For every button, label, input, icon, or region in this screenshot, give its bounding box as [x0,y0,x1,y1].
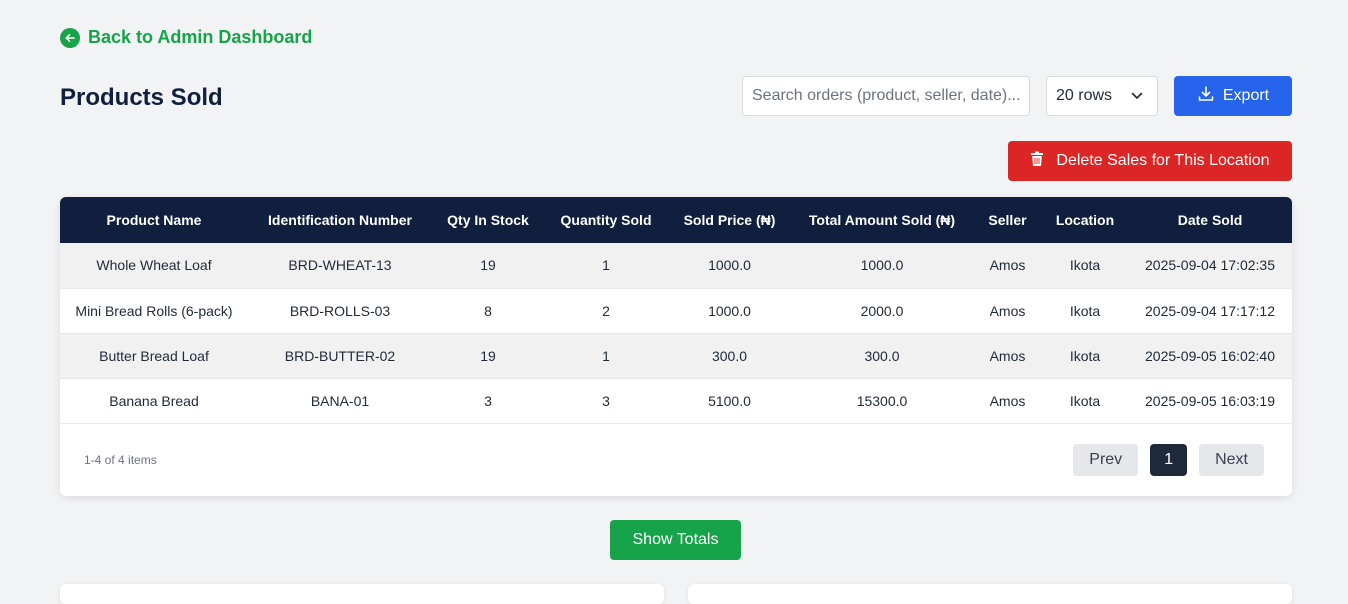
table-cell: Amos [989,347,1026,364]
table-cell: 19 [480,347,496,364]
next-page-button[interactable]: Next [1199,443,1264,476]
items-count-info: 1-4 of 4 items [84,452,157,467]
delete-sales-label: Delete Sales for This Location [1056,152,1270,169]
summary-card-left [60,584,664,604]
export-button[interactable]: Export [1174,76,1292,116]
column-header: Sold Price (₦) [683,212,776,228]
rows-per-page-select[interactable]: 20 rows [1046,76,1158,116]
column-header: Quantity Sold [560,212,652,228]
table-cell: Banana Bread [109,392,199,409]
table-cell: Amos [989,302,1026,319]
back-link-label: Back to Admin Dashboard [88,27,313,47]
delete-sales-button[interactable]: Delete Sales for This Location [1008,141,1292,181]
search-input[interactable] [742,76,1030,116]
table-row: Butter Bread Loaf BRD-BUTTER-02 19 1 300… [60,333,1292,378]
table-cell: 2025-09-05 16:02:40 [1145,347,1275,364]
table-row: Banana Bread BANA-01 3 3 5100.0 15300.0 … [60,378,1292,423]
column-header: Seller [988,212,1027,228]
table-cell: Ikota [1069,347,1101,364]
table-cell: 3 [484,392,492,409]
column-header: Date Sold [1177,212,1243,228]
table-cell: 15300.0 [856,392,908,409]
page-title: Products Sold [60,84,223,111]
table-cell: 2025-09-05 16:03:19 [1145,392,1275,409]
chevron-down-icon [1131,87,1143,105]
summary-card-right [688,584,1292,604]
table-cell: 1000.0 [708,302,751,319]
table-cell: Amos [989,392,1026,409]
column-header: Location [1055,212,1115,228]
table-cell: 19 [480,257,496,274]
table-row: Mini Bread Rolls (6-pack) BRD-ROLLS-03 8… [60,288,1292,333]
table-cell: Ikota [1069,257,1101,274]
table-cell: 5100.0 [708,392,751,409]
arrow-left-circle-icon [60,27,80,48]
products-sold-table: Product Name Identification Number Qty I… [60,197,1292,424]
table-cell: BANA-01 [310,392,370,409]
show-totals-button[interactable]: Show Totals [610,520,741,560]
column-header: Qty In Stock [447,212,529,228]
table-row: Whole Wheat Loaf BRD-WHEAT-13 19 1 1000.… [60,243,1292,288]
back-to-dashboard-link[interactable]: Back to Admin Dashboard [60,27,312,48]
table-cell: 3 [602,392,610,409]
download-icon [1197,85,1215,108]
pagination: Prev 1 Next [1073,443,1264,476]
table-cell: 1000.0 [860,257,904,274]
table-cell: Butter Bread Loaf [99,347,209,364]
table-cell: 2000.0 [860,302,904,319]
table-cell: 8 [484,302,492,319]
table-cell: Whole Wheat Loaf [96,257,212,274]
prev-page-button[interactable]: Prev [1073,443,1139,476]
table-cell: 300.0 [711,347,748,364]
page-1-button[interactable]: 1 [1150,443,1188,476]
table-cell: 1000.0 [708,257,751,274]
column-header: Identification Number [268,212,412,228]
table-cell: 1 [602,347,610,364]
products-sold-table-card: Product Name Identification Number Qty I… [60,197,1292,496]
table-footer: 1-4 of 4 items Prev 1 Next [60,423,1292,496]
table-cell: 2025-09-04 17:17:12 [1145,302,1275,319]
rows-select-value: 20 rows [1056,87,1113,104]
trash-icon [1030,151,1044,172]
table-cell: 1 [602,257,610,274]
table-cell: BRD-BUTTER-02 [284,347,396,364]
table-cell: BRD-WHEAT-13 [288,257,392,274]
table-cell: Amos [989,257,1026,274]
table-cell: 300.0 [864,347,900,364]
table-header-row: Product Name Identification Number Qty I… [60,197,1292,243]
export-label: Export [1222,87,1270,104]
table-cell: Ikota [1069,392,1101,409]
table-cell: 2 [602,302,610,319]
table-cell: Ikota [1069,302,1101,319]
column-header: Total Amount Sold (₦) [808,212,956,228]
table-cell: Mini Bread Rolls (6-pack) [75,302,233,319]
table-cell: 2025-09-04 17:02:35 [1145,257,1275,274]
table-cell: BRD-ROLLS-03 [289,302,391,319]
column-header: Product Name [106,212,202,228]
